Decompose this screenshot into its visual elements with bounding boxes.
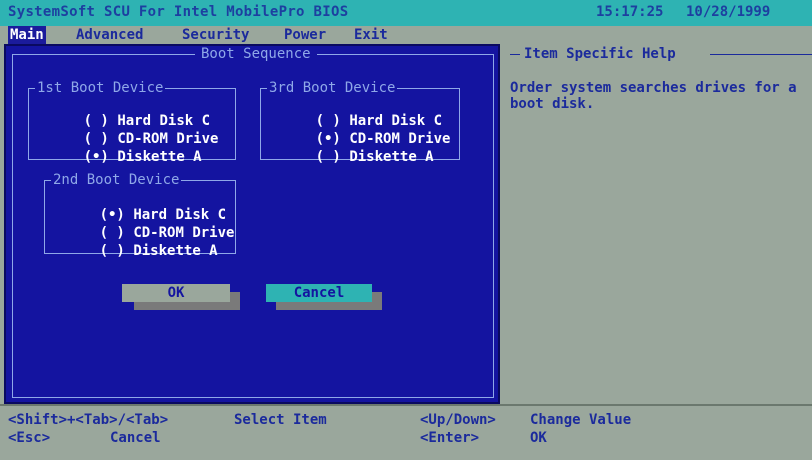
radio-1st-cdrom[interactable]: ( ) CD-ROM Drive: [33, 115, 219, 147]
date: 10/28/1999: [686, 4, 771, 20]
radio-mark: (•): [83, 149, 109, 165]
action-ok: OK: [530, 430, 547, 446]
radio-1st-diskette[interactable]: (•) Diskette A: [33, 133, 202, 165]
key-hint-enter: <Enter>: [420, 430, 480, 446]
action-cancel: Cancel: [110, 430, 161, 446]
clock: 15:17:25: [596, 4, 664, 20]
action-change-value: Change Value: [530, 412, 632, 428]
help-panel: Item Specific Help Order system searches…: [500, 44, 812, 404]
key-hint-esc: <Esc>: [8, 430, 51, 446]
help-divider-left: [510, 54, 520, 55]
group-title: 3rd Boot Device: [267, 80, 398, 96]
group-1st-boot-device: 1st Boot Device ( ) Hard Disk C ( ) CD-R…: [28, 80, 236, 165]
help-divider-right: [710, 54, 812, 55]
menu-exit[interactable]: Exit: [352, 26, 390, 44]
radio-label: Diskette A: [133, 243, 218, 259]
menu-bar: Main Advanced Security Power Exit: [0, 26, 812, 44]
radio-label: Diskette A: [117, 149, 202, 165]
cancel-button[interactable]: Cancel: [266, 284, 372, 302]
group-title: 2nd Boot Device: [51, 172, 182, 188]
radio-mark: ( ): [315, 149, 341, 165]
group-title: 1st Boot Device: [35, 80, 166, 96]
help-text: Order system searches drives for a boot …: [510, 80, 797, 112]
radio-2nd-cdrom[interactable]: ( ) CD-ROM Drive: [49, 209, 235, 241]
menu-main[interactable]: Main: [8, 26, 46, 44]
key-hint-updown: <Up/Down>: [420, 412, 496, 428]
menu-power[interactable]: Power: [282, 26, 328, 44]
boot-sequence-dialog: Boot Sequence 1st Boot Device ( ) Hard D…: [4, 44, 500, 404]
ok-button-label: OK: [167, 285, 185, 301]
status-bar: <Shift>+<Tab>/<Tab> Select Item <Esc> Ca…: [0, 404, 812, 460]
menu-security[interactable]: Security: [180, 26, 251, 44]
dialog-title: Boot Sequence: [195, 46, 317, 62]
app-title: SystemSoft SCU For Intel MobilePro BIOS: [8, 4, 349, 20]
help-title: Item Specific Help: [524, 46, 676, 62]
radio-2nd-hard-disk[interactable]: (•) Hard Disk C: [49, 191, 226, 223]
radio-3rd-cdrom[interactable]: (•) CD-ROM Drive: [265, 115, 451, 147]
radio-3rd-diskette[interactable]: ( ) Diskette A: [265, 133, 434, 165]
radio-2nd-diskette[interactable]: ( ) Diskette A: [49, 227, 218, 259]
radio-label: Diskette A: [349, 149, 434, 165]
radio-3rd-hard-disk[interactable]: ( ) Hard Disk C: [265, 97, 442, 129]
key-hint-select: <Shift>+<Tab>/<Tab>: [8, 412, 169, 428]
menu-advanced[interactable]: Advanced: [74, 26, 145, 44]
radio-mark: ( ): [99, 243, 125, 259]
group-2nd-boot-device: 2nd Boot Device (•) Hard Disk C ( ) CD-R…: [44, 172, 236, 259]
group-3rd-boot-device: 3rd Boot Device ( ) Hard Disk C (•) CD-R…: [260, 80, 460, 165]
radio-1st-hard-disk[interactable]: ( ) Hard Disk C: [33, 97, 210, 129]
ok-button[interactable]: OK: [122, 284, 230, 302]
action-select: Select Item: [234, 412, 327, 428]
title-bar: SystemSoft SCU For Intel MobilePro BIOS …: [0, 0, 812, 26]
cancel-button-label: Cancel: [293, 285, 345, 301]
